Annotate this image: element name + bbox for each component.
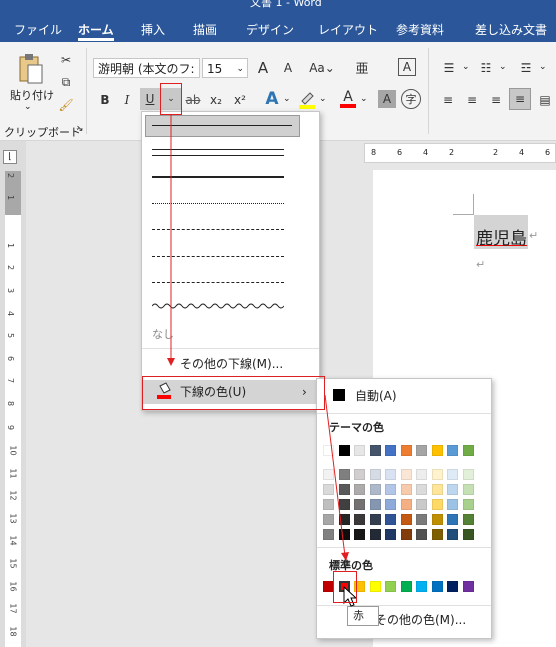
- callout-arrows: [167, 115, 349, 561]
